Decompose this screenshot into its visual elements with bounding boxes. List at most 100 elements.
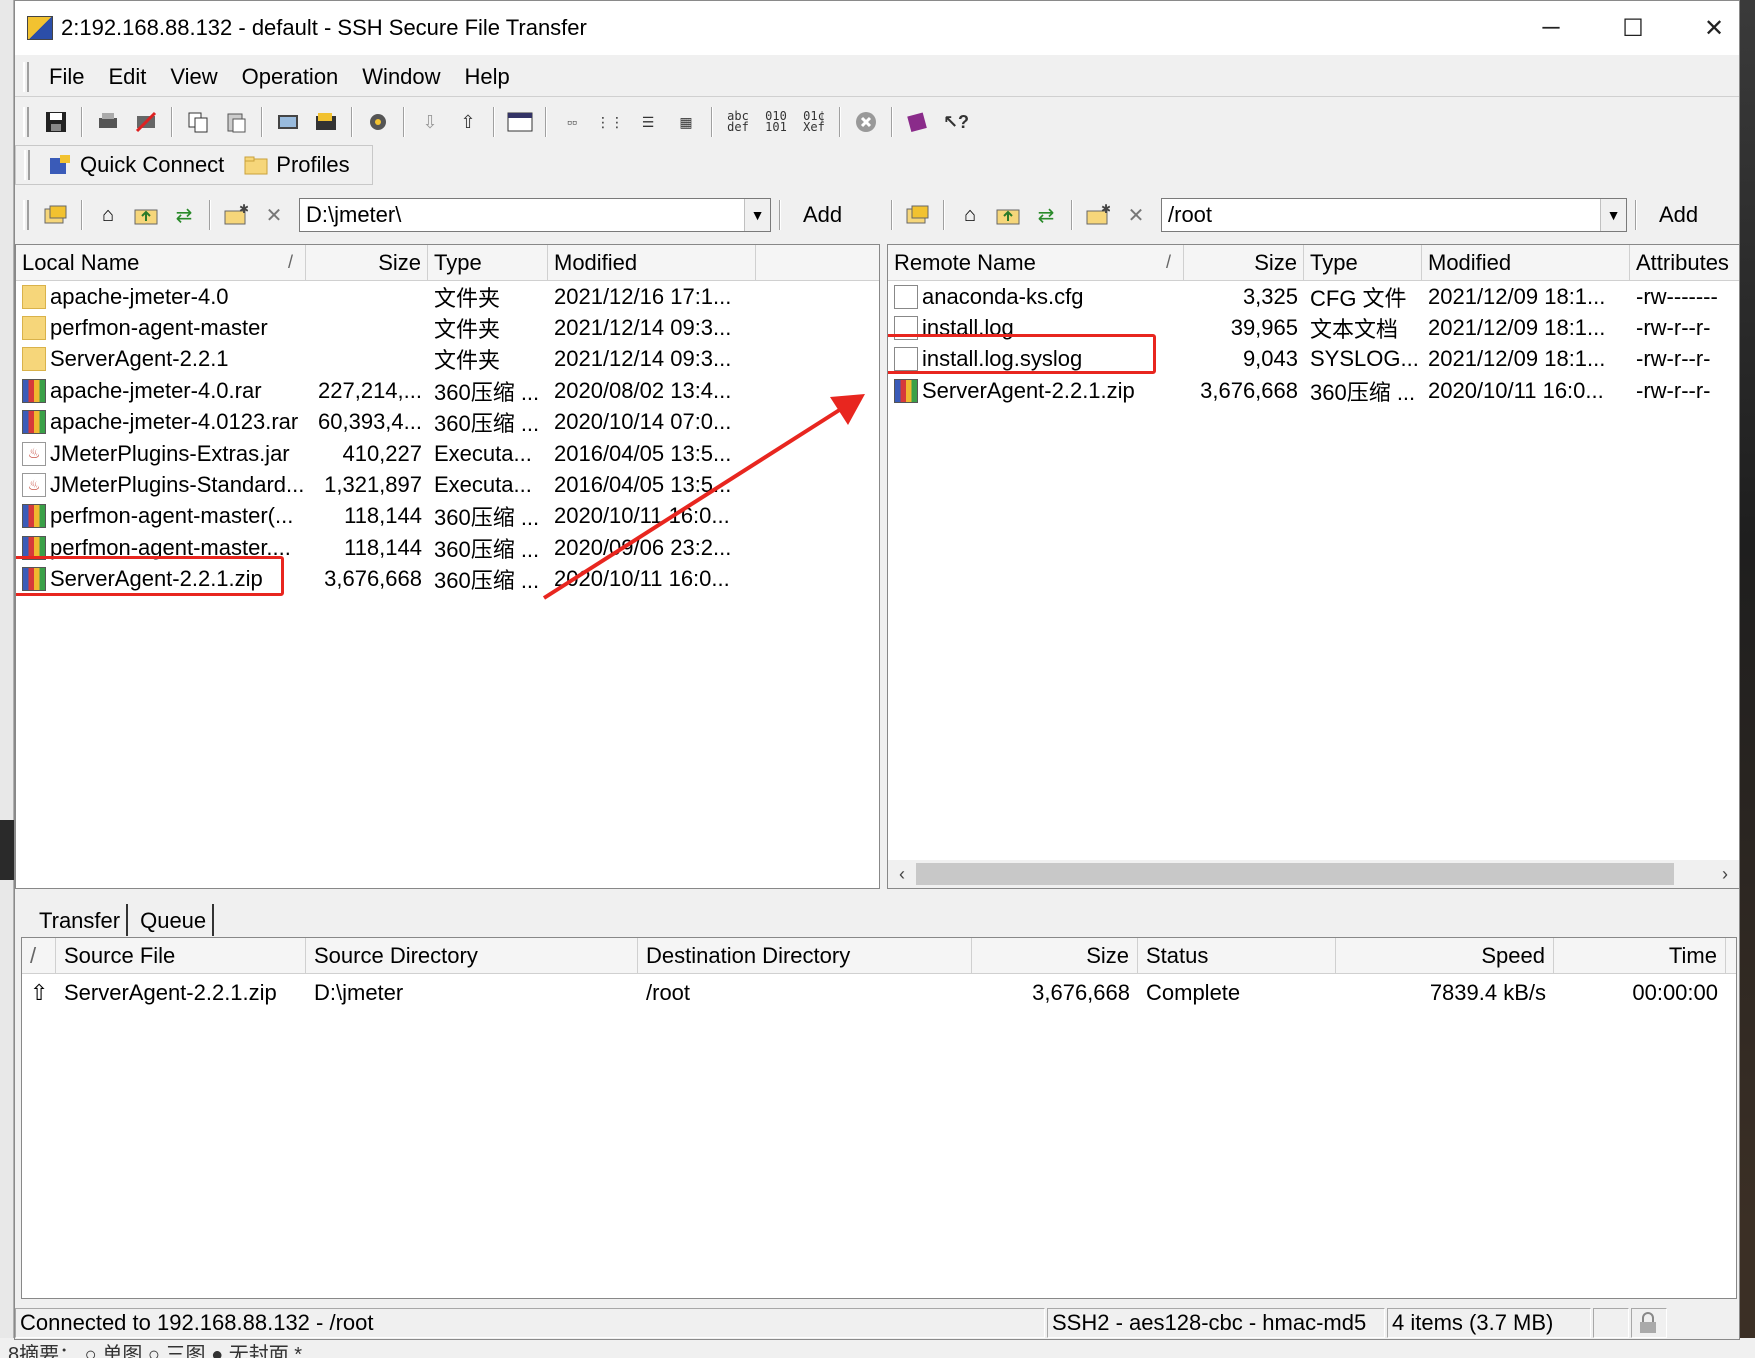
source-file-column[interactable]: Source File [56,938,306,973]
paste-icon[interactable] [222,108,250,136]
refresh-icon[interactable]: ⇄ [170,201,198,229]
title-bar[interactable]: 2:192.168.88.132 - default - SSH Secure … [15,1,1739,55]
details-icon[interactable]: ▦ [672,108,700,136]
remote-file-list[interactable]: Remote Name / Size Type Modified Attribu… [887,244,1740,889]
local-file-row[interactable]: ♨ JMeterPlugins-Standard... 1,321,897 Execu… [16,469,879,500]
remote-view-icon[interactable] [904,201,932,229]
print-icon[interactable] [94,108,122,136]
chevron-down-icon[interactable]: ▼ [744,199,770,231]
chevron-down-icon[interactable]: ▼ [1600,199,1626,231]
save-icon[interactable] [42,108,70,136]
size-column[interactable]: Size [972,938,1138,973]
binary-mode-icon[interactable]: 010 101 [762,108,790,136]
file-type: Executa... [434,440,532,466]
transfer-sort-column[interactable]: / [22,938,56,973]
new-folder-icon[interactable]: ✱ [1084,201,1112,229]
remote-attributes-column[interactable]: Attributes [1630,245,1739,280]
local-file-row[interactable]: ♨ JMeterPlugins-Extras.jar 410,227 Executa.… [16,438,879,469]
menu-view[interactable]: View [158,64,229,90]
minimize-button[interactable]: ─ [1515,1,1587,55]
remote-size-column[interactable]: Size [1184,245,1304,280]
refresh-icon[interactable]: ⇄ [1032,201,1060,229]
auto-mode-icon[interactable]: 01¢ Xef [800,108,828,136]
local-add-button[interactable]: Add [787,202,858,228]
menu-edit[interactable]: Edit [96,64,158,90]
remote-add-button[interactable]: Add [1643,202,1714,228]
profiles-button[interactable]: Profiles [234,152,359,178]
quick-connect-button[interactable]: Quick Connect [38,152,234,178]
settings-icon[interactable] [364,108,392,136]
help-book-icon[interactable] [904,108,932,136]
tab-transfer[interactable]: Transfer [33,904,129,936]
local-file-row[interactable]: apache-jmeter-4.0 文件夹 2021/12/16 17:1... [16,281,879,312]
upload-arrow-icon: ⇧ [30,980,49,1005]
home-icon[interactable]: ⌂ [956,201,984,229]
remote-file-row[interactable]: anaconda-ks.cfg 3,325 CFG 文件 2021/12/09 18:… [888,281,1739,312]
transfer-row[interactable]: ⇧ ServerAgent-2.2.1.zip D:\jmeter /root … [22,974,1736,1012]
scrollbar-thumb[interactable] [916,863,1674,885]
large-icons-icon[interactable]: ▫▫ [558,108,586,136]
parent-folder-icon[interactable] [132,201,160,229]
list-view-icon[interactable] [506,108,534,136]
list-icon[interactable]: ☰ [634,108,662,136]
local-file-row[interactable]: apache-jmeter-4.0123.rar 60,393,4... 360压缩… [16,407,879,438]
local-name-column[interactable]: Local Name / [16,245,306,280]
home-icon[interactable]: ⌂ [94,201,122,229]
local-modified-column[interactable]: Modified [548,245,756,280]
local-file-row[interactable]: perfmon-agent-master 文件夹 2021/12/14 09:3..… [16,312,879,343]
small-icons-icon[interactable]: ⋮⋮ [596,108,624,136]
menu-help[interactable]: Help [453,64,522,90]
remote-modified-column[interactable]: Modified [1422,245,1630,280]
toolbar-grip[interactable] [23,107,29,137]
local-bar-grip[interactable] [23,200,29,230]
maximize-button[interactable]: ☐ [1597,1,1669,55]
remote-file-row[interactable]: ServerAgent-2.2.1.zip 3,676,668 360压缩 ... 2… [888,375,1739,406]
background-window-strip [0,0,14,1358]
scroll-right-icon[interactable]: › [1711,864,1739,885]
local-size-column[interactable]: Size [306,245,428,280]
new-folder-icon[interactable]: ✱ [222,201,250,229]
local-file-list[interactable]: Local Name / Size Type Modified apache-j… [15,244,880,889]
local-file-row[interactable]: perfmon-agent-master(... 118,144 360压缩 ...… [16,501,879,532]
column-label: Attributes [1636,249,1729,275]
menu-file[interactable]: File [37,64,96,90]
menu-grip[interactable] [23,61,29,92]
menu-window[interactable]: Window [350,64,452,90]
local-view-icon[interactable] [42,201,70,229]
local-path-field[interactable]: D:\jmeter\ ▼ [299,198,771,232]
speed-column[interactable]: Speed [1336,938,1554,973]
toolbar-separator [261,107,263,137]
tab-queue[interactable]: Queue [134,904,215,936]
delete-icon[interactable]: ✕ [1122,201,1150,229]
horizontal-scrollbar[interactable]: ‹ › [888,860,1739,888]
resize-grip-icon[interactable] [1669,1308,1729,1338]
local-file-row[interactable]: apache-jmeter-4.0.rar 227,214,... 360压缩 ..… [16,375,879,406]
transfer-list[interactable]: / Source File Source Directory Destinati… [21,937,1737,1299]
new-terminal-icon[interactable] [274,108,302,136]
status-column[interactable]: Status [1138,938,1336,973]
close-button[interactable]: ✕ [1678,1,1750,55]
whats-this-icon[interactable]: ↖? [942,108,970,136]
new-file-transfer-icon[interactable] [312,108,340,136]
source-directory-column[interactable]: Source Directory [306,938,638,973]
remote-name-column[interactable]: Remote Name / [888,245,1184,280]
parent-folder-icon[interactable] [994,201,1022,229]
copy-icon[interactable] [184,108,212,136]
ascii-mode-icon[interactable]: abc def [724,108,752,136]
remote-type-column[interactable]: Type [1304,245,1422,280]
download-arrow-icon[interactable]: ⇩ [416,108,444,136]
time-column[interactable]: Time [1554,938,1726,973]
menu-operation[interactable]: Operation [230,64,351,90]
quickbar-grip[interactable] [24,150,30,180]
stop-icon[interactable] [852,108,880,136]
scroll-left-icon[interactable]: ‹ [888,864,916,885]
delete-icon[interactable]: ✕ [260,201,288,229]
upload-arrow-icon[interactable]: ⇧ [454,108,482,136]
local-type-column[interactable]: Type [428,245,548,280]
remote-path-value: /root [1168,202,1213,227]
file-size: 3,325 [1242,283,1298,309]
disconnect-icon[interactable] [132,108,160,136]
remote-path-field[interactable]: /root ▼ [1161,198,1627,232]
local-file-row[interactable]: ServerAgent-2.2.1 文件夹 2021/12/14 09:3... [16,344,879,375]
destination-directory-column[interactable]: Destination Directory [638,938,972,973]
